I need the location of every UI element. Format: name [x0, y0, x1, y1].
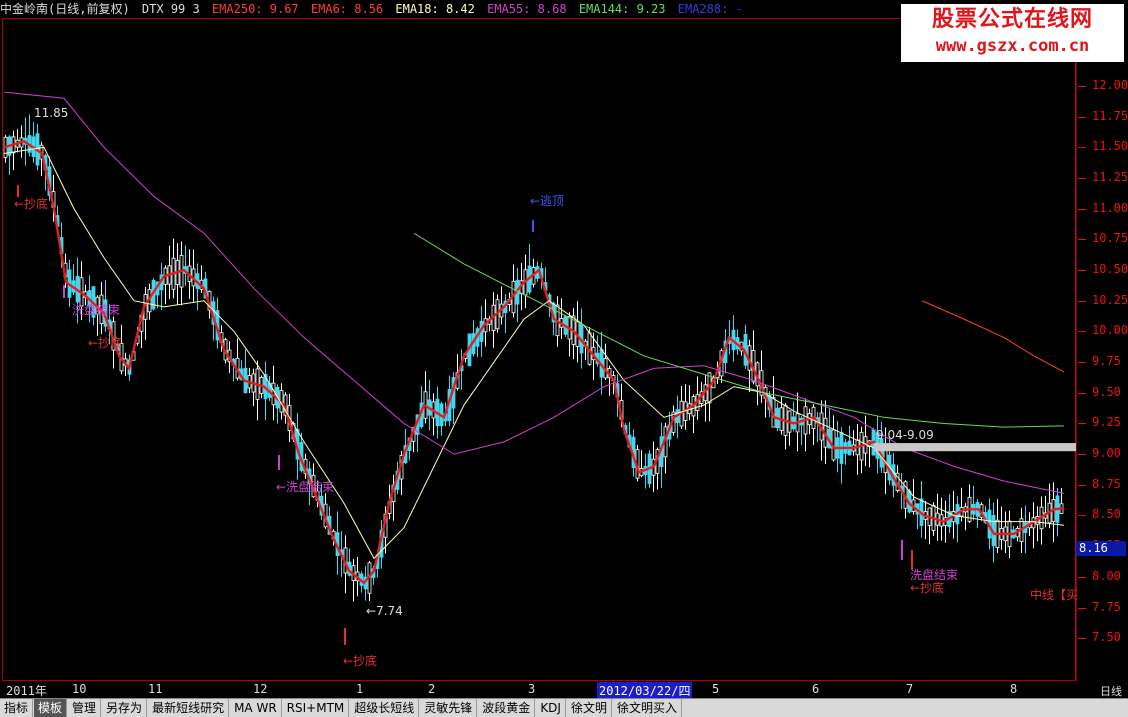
low-label: ←7.74: [366, 604, 403, 618]
y-tick-label: 9.25: [1092, 415, 1121, 430]
y-tick-label: 9.00: [1092, 446, 1121, 461]
y-tick-label: 10.25: [1092, 292, 1128, 307]
tab-3[interactable]: 另存为: [102, 699, 148, 717]
chart-window: 中金岭南(日线,前复权) DTX 99 3 EMA250: 9.67 EMA6:…: [0, 0, 1128, 717]
x-tick-label: 6: [812, 682, 820, 696]
y-tick-mark: [1078, 331, 1086, 333]
tab-2[interactable]: 管理: [68, 699, 102, 717]
x-axis: 2011年 10 11 12 1 2 3 2012/03/22/四 5 6 7 8: [0, 681, 1128, 699]
y-tick-mark: [1078, 638, 1086, 640]
signal-midterm-buy: 中线【买: [1030, 588, 1079, 602]
y-tick-label: 8.50: [1092, 507, 1121, 522]
last-price-badge: 8.16: [1076, 541, 1126, 556]
y-tick-mark: [1078, 270, 1086, 272]
y-tick-mark: [1078, 300, 1086, 302]
y-tick-mark: [1078, 147, 1086, 149]
y-tick-mark: [1078, 484, 1086, 486]
y-tick-label: 9.50: [1092, 384, 1121, 399]
signal-sell-1: ←逃顶: [530, 194, 565, 208]
signal-washout-2: ←洗盘结束: [276, 480, 335, 494]
y-tick-label: 10.75: [1092, 231, 1128, 246]
y-tick-label: 8.00: [1092, 568, 1121, 583]
y-tick-mark: [1078, 86, 1086, 87]
y-tick-mark: [1078, 178, 1086, 180]
y-tick-mark: [1078, 454, 1086, 456]
price-chart[interactable]: [0, 0, 1128, 717]
tab-8[interactable]: 灵敏先锋: [420, 699, 478, 717]
high-label: 11.85: [34, 106, 69, 120]
tab-7[interactable]: 超级长短线: [350, 699, 420, 717]
signal-washout-1: 洗盘结束: [72, 303, 121, 317]
x-tick-label: 2011年: [6, 684, 47, 698]
x-tick-label: 10: [72, 682, 87, 696]
y-tick-mark: [1078, 208, 1086, 210]
y-tick-label: 11.00: [1092, 200, 1128, 215]
tab-5[interactable]: MA WR: [230, 699, 282, 717]
x-tick-label: 3: [528, 682, 536, 696]
ema-line-ema250: [921, 300, 1065, 373]
x-tick-label: 5: [712, 682, 720, 696]
x-tick-label: 8: [1010, 682, 1018, 696]
tab-6[interactable]: RSI+MTM: [283, 699, 350, 717]
y-tick-mark: [1078, 392, 1086, 394]
tab-9[interactable]: 波段黄金: [478, 699, 536, 717]
y-tick-label: 11.75: [1092, 108, 1128, 123]
tab-1[interactable]: 模板: [34, 699, 68, 717]
y-tick-label: 12.00: [1092, 78, 1128, 92]
y-tick-label: 10.00: [1092, 323, 1128, 338]
x-tick-label: 2012/03/22/四: [597, 682, 693, 699]
x-tick-label: 11: [148, 682, 163, 696]
y-tick-label: 8.75: [1092, 476, 1121, 491]
x-tick-label: 2: [428, 682, 436, 696]
y-tick-label: 7.75: [1092, 599, 1121, 614]
signal-buy-3: ←抄底: [343, 654, 378, 668]
indicator-tab-bar: 指标 模板 管理 另存为 最新短线研究 MA WR RSI+MTM 超级长短线 灵敏先锋 波段黄金…: [0, 698, 1128, 717]
y-tick-mark: [1078, 607, 1086, 609]
period-label[interactable]: 日线: [1100, 683, 1122, 699]
signal-buy-4: ←抄底: [910, 581, 945, 595]
y-tick-mark: [1078, 576, 1086, 578]
x-tick-label: 12: [253, 682, 268, 696]
y-tick-mark: [1078, 116, 1086, 118]
y-tick-label: 10.50: [1092, 262, 1128, 277]
signal-buy-1: ←抄底: [14, 197, 49, 211]
tab-4[interactable]: 最新短线研究: [148, 699, 230, 717]
y-tick-label: 9.75: [1092, 354, 1121, 369]
y-tick-label: 7.50: [1092, 630, 1121, 645]
tab-10[interactable]: KDJ: [536, 699, 566, 717]
y-tick-mark: [1078, 362, 1086, 364]
y-tick-mark: [1078, 515, 1086, 517]
y-tick-label: 11.25: [1092, 170, 1128, 185]
signal-buy-2: ←抄底: [88, 336, 123, 350]
x-tick-label: 7: [906, 682, 914, 696]
tab-0[interactable]: 指标: [0, 699, 34, 717]
y-tick-mark: [1078, 423, 1086, 425]
ema-line-ema144: [413, 232, 1065, 428]
tab-11[interactable]: 徐文明: [567, 699, 612, 717]
x-tick-label: 1: [356, 682, 364, 696]
y-axis: 12.00 11.75 11.50 11.25 11.00 10.75 10.50 10.25…: [1078, 18, 1128, 681]
resistance-band: [874, 443, 1076, 452]
tab-12[interactable]: 徐文明买入: [613, 699, 682, 717]
y-tick-label: 11.50: [1092, 139, 1128, 154]
y-tick-mark: [1078, 239, 1086, 241]
range-label: 9.04-9.09: [876, 428, 934, 442]
